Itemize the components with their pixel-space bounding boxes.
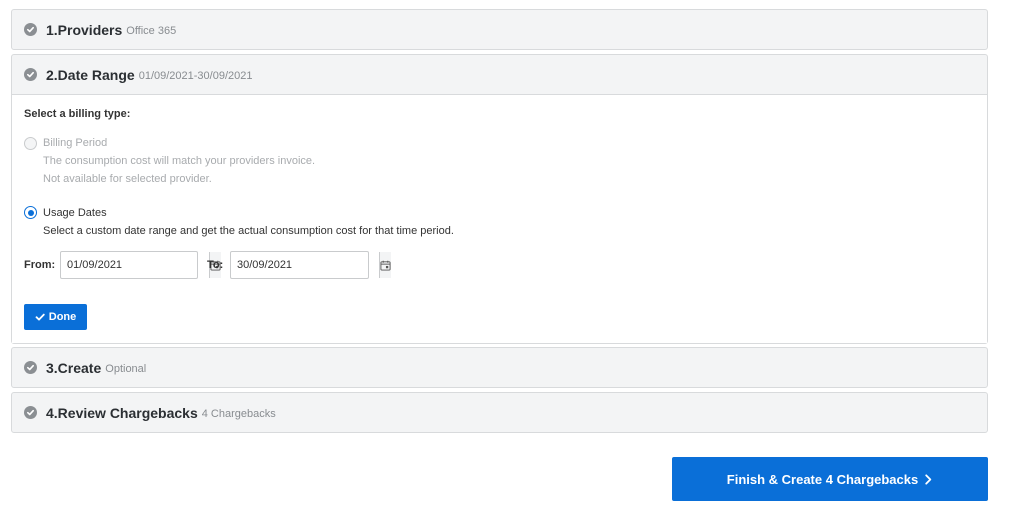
check-circle-icon xyxy=(24,406,37,419)
to-date-field xyxy=(230,251,391,279)
finish-label: Finish & Create 4 Chargebacks xyxy=(726,471,919,487)
checkmark-icon xyxy=(35,313,45,321)
date-range-body: Select a billing type: Billing Period Th… xyxy=(12,94,987,343)
usage-dates-radio[interactable] xyxy=(24,206,37,219)
finish-create-chargebacks-button[interactable]: Finish & Create 4 Chargebacks xyxy=(672,457,988,501)
check-circle-icon xyxy=(24,68,37,81)
to-date-input[interactable] xyxy=(231,252,379,278)
from-date-field xyxy=(60,251,221,279)
usage-dates-label: Usage Dates xyxy=(43,207,107,219)
step-title: 2.Date Range xyxy=(46,66,135,83)
step-title: 4.Review Chargebacks xyxy=(46,404,198,421)
billing-period-note: Not available for selected provider. xyxy=(43,173,212,185)
step-header[interactable]: 2.Date Range 01/09/2021-30/09/2021 xyxy=(12,55,987,94)
step-subtitle: 01/09/2021-30/09/2021 xyxy=(138,69,253,82)
chevron-right-icon xyxy=(925,473,932,485)
to-label: To: xyxy=(207,259,224,271)
step-subtitle: Optional xyxy=(105,362,147,375)
step-subtitle: Office 365 xyxy=(126,24,177,37)
check-circle-icon xyxy=(24,361,37,374)
billing-period-radio[interactable] xyxy=(24,137,37,150)
step-subtitle: 4 Chargebacks xyxy=(201,407,276,420)
step-create[interactable]: 3.Create Optional xyxy=(11,347,988,388)
from-label: From: xyxy=(24,259,56,271)
step-title: 3.Create xyxy=(46,359,102,376)
done-button[interactable]: Done xyxy=(24,304,87,330)
step-providers[interactable]: 1.Providers Office 365 xyxy=(11,9,988,50)
step-header[interactable]: 3.Create Optional xyxy=(12,348,987,387)
step-date-range: 2.Date Range 01/09/2021-30/09/2021 Selec… xyxy=(11,54,988,344)
check-circle-icon xyxy=(24,23,37,36)
billing-period-label: Billing Period xyxy=(43,137,108,149)
to-date-picker-button[interactable] xyxy=(379,252,391,278)
step-header[interactable]: 1.Providers Office 365 xyxy=(12,10,987,49)
step-title: 1.Providers xyxy=(46,21,123,38)
billing-type-label: Select a billing type: xyxy=(24,108,131,120)
wizard: 1.Providers Office 365 2.Date Range 01/0… xyxy=(0,0,1024,518)
done-label: Done xyxy=(48,311,77,323)
calendar-icon xyxy=(380,260,391,271)
usage-dates-description: Select a custom date range and get the a… xyxy=(43,225,454,237)
step-review-chargebacks[interactable]: 4.Review Chargebacks 4 Chargebacks xyxy=(11,392,988,433)
billing-period-description: The consumption cost will match your pro… xyxy=(43,155,316,167)
step-header[interactable]: 4.Review Chargebacks 4 Chargebacks xyxy=(12,393,987,432)
from-date-input[interactable] xyxy=(61,252,209,278)
